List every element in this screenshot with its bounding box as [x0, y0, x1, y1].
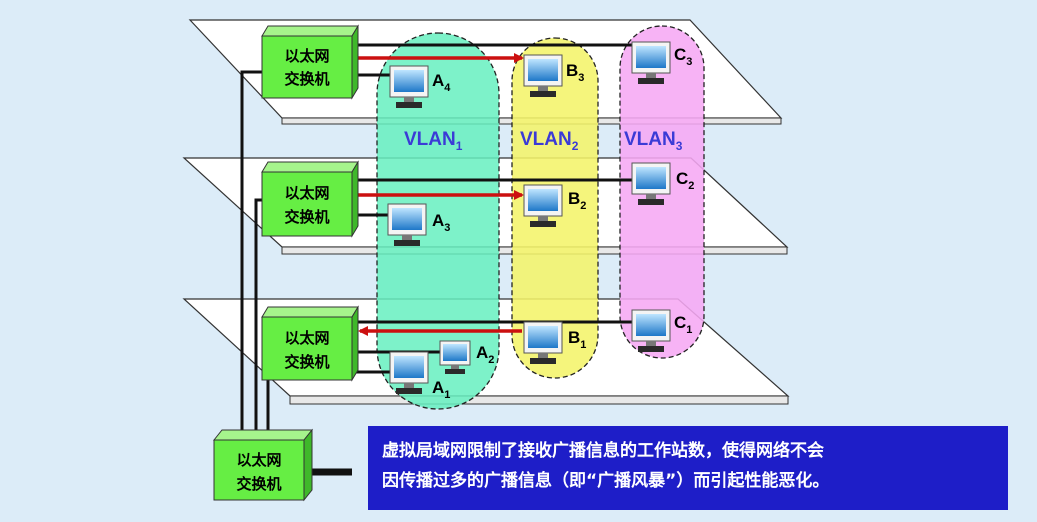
- switch-top-label-1: 以太网: [284, 47, 329, 65]
- switch-top: 以太网 交换机: [261, 24, 359, 100]
- switch-middle-label-1: 以太网: [284, 184, 329, 202]
- station-subscript: 2: [580, 200, 586, 212]
- switch-main-label-2: 交换机: [236, 475, 281, 493]
- explanation-line-1: 虚拟局域网限制了接收广播信息的工作站数，使得网络不会: [382, 441, 824, 461]
- station-letter: C: [674, 313, 686, 332]
- station-letter: A: [432, 211, 444, 230]
- station-subscript: 3: [686, 56, 692, 68]
- station-subscript: 3: [444, 222, 450, 234]
- vlan2-label: VLAN2: [520, 129, 579, 153]
- floor-bottom-face: [289, 395, 789, 405]
- switch-main: 以太网 交换机: [212, 428, 314, 502]
- station-letter: B: [568, 328, 580, 347]
- station-subscript: 4: [444, 82, 451, 94]
- station-subscript: 1: [580, 339, 586, 351]
- vlan-diagram: 以太网 交换机 以太网 交换机 以太网 交换机 以太网 交换机 A4 B3 C3: [0, 0, 1037, 522]
- station-subscript: 1: [686, 324, 692, 336]
- switch-main-label-1: 以太网: [236, 451, 281, 469]
- station-letter: A: [432, 378, 444, 397]
- switch-middle-label-2: 交换机: [284, 208, 329, 226]
- explanation-box: 虚拟局域网限制了接收广播信息的工作站数，使得网络不会 因传播过多的广播信息（即“…: [368, 426, 1008, 510]
- station-letter: A: [432, 71, 444, 90]
- switch-top-label-2: 交换机: [284, 70, 329, 88]
- station-letter: C: [676, 169, 688, 188]
- vlan1-label: VLAN1: [404, 129, 463, 153]
- switch-bottom-label-2: 交换机: [284, 353, 329, 371]
- switch-bottom: 以太网 交换机: [261, 305, 359, 382]
- station-subscript: 2: [488, 354, 494, 366]
- station-letter: A: [476, 343, 488, 362]
- switch-middle: 以太网 交换机: [261, 160, 359, 238]
- station-subscript: 1: [444, 389, 450, 401]
- station-letter: C: [674, 45, 686, 64]
- station-letter: B: [566, 61, 578, 80]
- vlan3-label: VLAN3: [624, 129, 683, 153]
- explanation-line-2: 因传播过多的广播信息（即“广播风暴”）而引起性能恶化。: [382, 471, 830, 491]
- switch-bottom-label-1: 以太网: [284, 329, 329, 347]
- station-letter: B: [568, 189, 580, 208]
- station-subscript: 2: [688, 180, 694, 192]
- station-subscript: 3: [578, 72, 584, 84]
